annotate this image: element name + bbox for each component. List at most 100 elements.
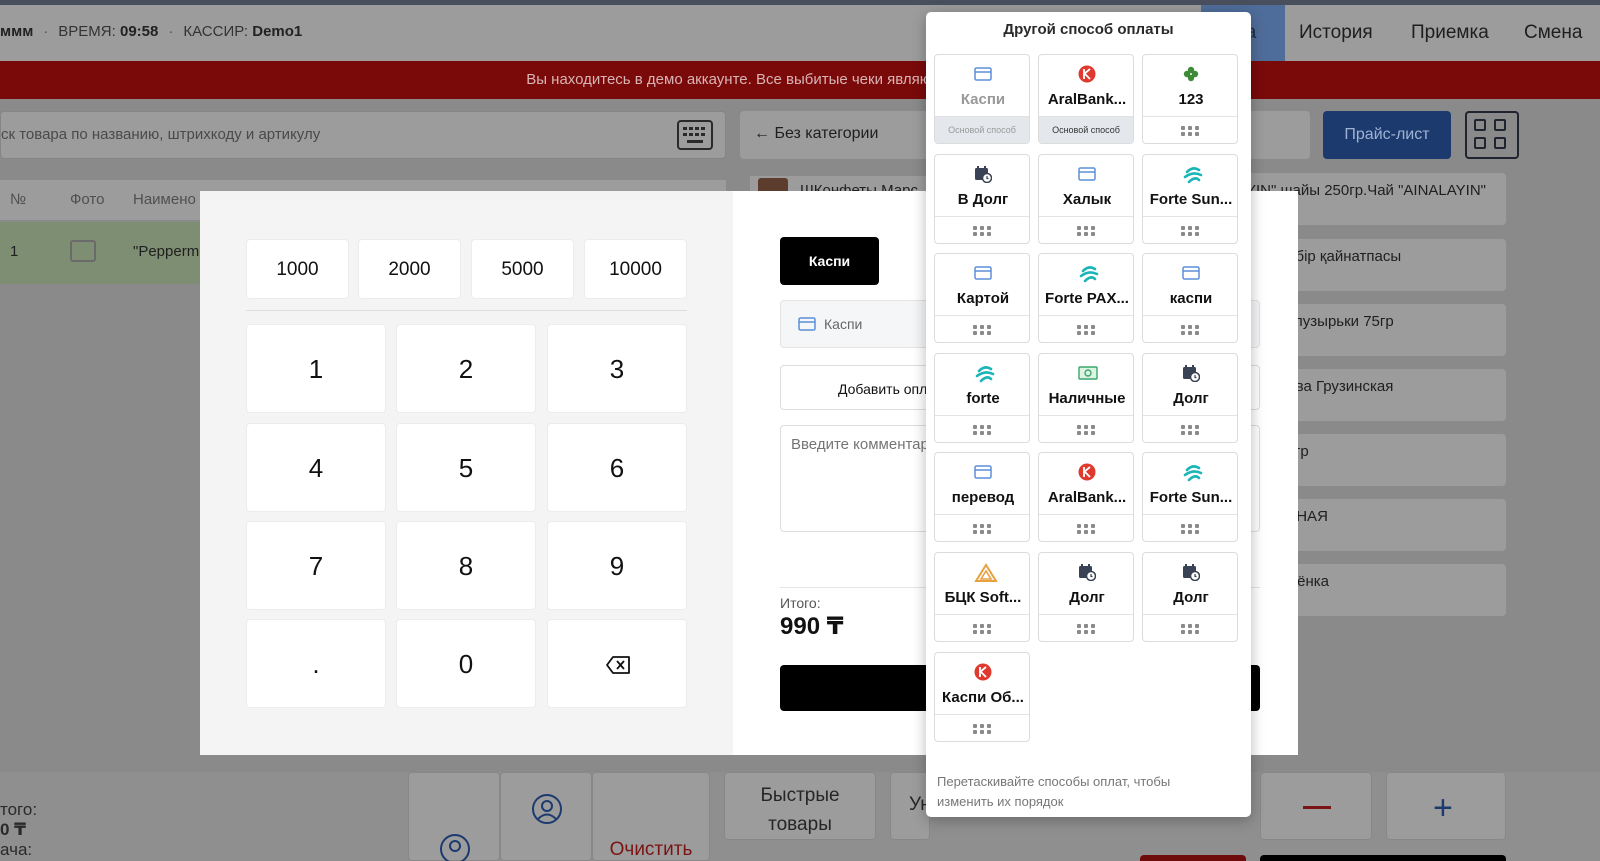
payment-method-option[interactable]: Наличные	[1038, 352, 1134, 443]
calendar-icon	[1078, 563, 1097, 582]
payment-method-footer	[1143, 315, 1237, 342]
calendar-icon	[1182, 563, 1201, 582]
payment-method-option[interactable]: В Долг	[934, 153, 1030, 244]
key-3[interactable]: 3	[547, 324, 687, 413]
payment-method-option[interactable]: Картой	[934, 253, 1030, 344]
grid-view-icon[interactable]	[1465, 111, 1519, 159]
partial-button[interactable]: Ун	[890, 772, 931, 840]
drag-handle-icon[interactable]	[1077, 424, 1095, 435]
quick-amount-button[interactable]: 10000	[584, 239, 687, 299]
header-tabs: жа История Приемка Смена	[1201, 5, 1600, 61]
drag-handle-icon[interactable]	[1181, 424, 1199, 435]
drag-handle-icon[interactable]	[1181, 126, 1199, 136]
header: ммм·ВРЕМЯ: 09:58·КАССИР: Demo1 жа Истори…	[0, 5, 1600, 61]
payment-method-option[interactable]: Forte Sun...	[1142, 452, 1238, 543]
key-6[interactable]: 6	[547, 423, 687, 512]
payment-method-label: Долг	[1173, 589, 1209, 606]
minus-icon	[1303, 806, 1331, 809]
total-value: 0 ₸	[0, 820, 27, 839]
tab-shift[interactable]: Смена	[1510, 5, 1600, 61]
payment-method-tab-active[interactable]: Каспи	[780, 237, 879, 285]
drag-handle-icon[interactable]	[973, 524, 991, 535]
forte-icon	[1078, 264, 1099, 283]
clear-button[interactable]: Очистить	[592, 772, 710, 861]
payment-method-option[interactable]: БЦК Soft...	[934, 552, 1030, 642]
decrease-button[interactable]	[1260, 772, 1372, 840]
drag-handle-icon[interactable]	[1077, 624, 1095, 634]
key-decimal[interactable]: .	[246, 619, 386, 708]
drag-handle-icon[interactable]	[973, 424, 991, 435]
payment-method-label: Forte Sun...	[1149, 489, 1233, 507]
forte-icon	[974, 364, 995, 383]
drag-handle-icon[interactable]	[1077, 524, 1095, 535]
drag-handle-icon[interactable]	[973, 624, 991, 634]
header-info: ммм · ВРЕМЯ: 09:58 · КАССИР: Demo1	[0, 23, 303, 40]
key-9[interactable]: 9	[547, 521, 687, 610]
backspace-button[interactable]	[547, 619, 687, 708]
key-0[interactable]: 0	[396, 619, 536, 708]
payment-method-option[interactable]: Forte Sun...	[1142, 153, 1238, 244]
pay-main-button[interactable]	[1260, 855, 1506, 861]
payment-method-option[interactable]: перевод	[934, 452, 1030, 543]
key-7[interactable]: 7	[246, 521, 386, 610]
drag-handle-icon[interactable]	[1181, 624, 1199, 634]
payment-method-label: БЦК Soft...	[944, 589, 1022, 606]
other-payment-popup: Другой способ оплаты Каспи Основой способ…	[926, 12, 1251, 817]
drag-handle-icon[interactable]	[1181, 524, 1199, 535]
payment-method-option[interactable]: Каспи Об...	[934, 651, 1030, 742]
keyboard-icon[interactable]	[677, 120, 713, 150]
payment-method-label: 123	[1178, 91, 1204, 108]
calendar-icon	[1182, 364, 1201, 383]
increase-button[interactable]: +	[1386, 772, 1506, 840]
payment-method-option[interactable]: Forte PAX...	[1038, 253, 1134, 344]
payment-method-option[interactable]: Долг	[1038, 552, 1134, 642]
keypad-divider	[246, 310, 687, 311]
drag-handle-icon[interactable]	[1077, 325, 1095, 336]
payment-method-option[interactable]: каспи	[1142, 253, 1238, 344]
red-action-button[interactable]	[1140, 855, 1246, 861]
payment-method-label: перевод	[951, 489, 1015, 507]
payment-method-option[interactable]: forte	[934, 352, 1030, 443]
forte-icon	[1182, 165, 1203, 183]
drag-handle-icon[interactable]	[1181, 225, 1199, 236]
payment-method-label: каспи	[1169, 290, 1213, 308]
payment-method-label: Картой	[956, 290, 1010, 308]
payment-method-footer	[935, 414, 1029, 442]
tab-receiving[interactable]: Приемка	[1397, 5, 1510, 61]
forte-icon	[1182, 463, 1203, 482]
payment-method-option[interactable]: Долг	[1142, 552, 1238, 642]
payment-method-option[interactable]: AralBank... Основой способ	[1038, 54, 1134, 144]
quick-amount-button[interactable]: 2000	[358, 239, 461, 299]
payment-total-label: Итого:	[780, 595, 821, 611]
card-icon	[974, 463, 992, 481]
drag-handle-icon[interactable]	[1181, 325, 1199, 336]
key-5[interactable]: 5	[396, 423, 536, 512]
category-back-button[interactable]: ← Без категории	[754, 125, 878, 143]
tab-history[interactable]: История	[1285, 5, 1397, 61]
payment-method-option[interactable]: AralBank...	[1038, 452, 1134, 543]
quick-amount-button[interactable]: 5000	[471, 239, 574, 299]
column-name: Наимено	[133, 191, 196, 208]
customer-button[interactable]	[408, 772, 500, 861]
key-2[interactable]: 2	[396, 324, 536, 413]
payment-method-option[interactable]: Каспи Основой способ	[934, 54, 1030, 144]
price-list-button[interactable]: Прайс-лист	[1323, 111, 1451, 159]
drag-handle-icon[interactable]	[1077, 225, 1095, 236]
key-1[interactable]: 1	[246, 324, 386, 413]
quick-amount-button[interactable]: 1000	[246, 239, 349, 299]
key-8[interactable]: 8	[396, 521, 536, 610]
payment-method-footer	[1039, 514, 1133, 541]
payment-method-option[interactable]: Долг	[1142, 352, 1238, 443]
card-icon	[974, 264, 992, 282]
drag-handle-icon[interactable]	[973, 225, 991, 236]
user-button[interactable]	[500, 772, 592, 861]
row-number: 1	[10, 243, 19, 260]
key-4[interactable]: 4	[246, 423, 386, 512]
drag-handle-icon[interactable]	[973, 723, 991, 734]
card-icon	[798, 317, 816, 331]
quick-products-button[interactable]: Быстрые товары	[724, 772, 876, 840]
drag-handle-icon[interactable]	[973, 325, 991, 336]
search-input[interactable]: ск товара по названию, штрихкоду и артик…	[0, 111, 726, 159]
payment-method-option[interactable]: Халык	[1038, 153, 1134, 244]
payment-method-option[interactable]: 123	[1142, 54, 1238, 144]
